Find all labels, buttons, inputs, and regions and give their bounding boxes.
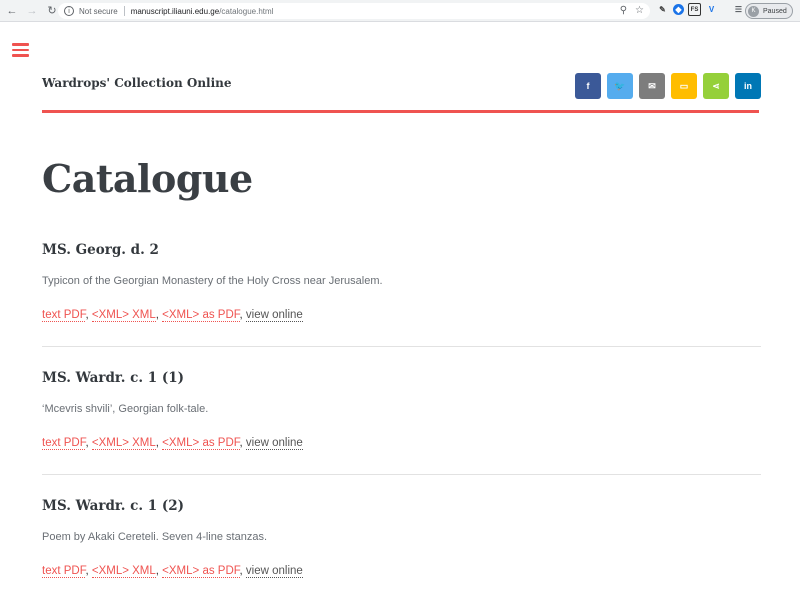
entry-description: ‘Mcevris shvili’, Georgian folk-tale. [42, 403, 209, 415]
share-share-button[interactable]: ⋖ [703, 73, 729, 99]
twitter-icon: 🐦 [614, 80, 626, 91]
browser-toolbar: ← → ↻ i Not secure manuscript.iliauni.ed… [0, 0, 800, 22]
facebook-icon: f [586, 81, 590, 91]
entry-description: Typicon of the Georgian Monastery of the… [42, 275, 383, 287]
site-title[interactable]: Wardrops' Collection Online [42, 76, 232, 90]
zoom-icon[interactable]: ⚲ [620, 5, 627, 16]
entry-links: text PDF, <XML> XML, <XML> as PDF, view … [42, 437, 303, 450]
xml-pdf-link[interactable]: <XML> as PDF [162, 437, 240, 450]
view-online-link[interactable]: view online [245, 437, 303, 450]
url-host: manuscript.iliauni.edu.ge [130, 6, 220, 16]
text-pdf-link[interactable]: text PDF [42, 309, 86, 322]
forward-icon[interactable]: → [24, 3, 40, 19]
entry-links: text PDF, <XML> XML, <XML> as PDF, view … [42, 309, 303, 322]
email-icon: ✉ [648, 80, 656, 91]
extensions: ✎ ◆ FS V ☰ [656, 3, 745, 16]
view-online-link[interactable]: view online [245, 565, 303, 578]
entry-title: MS. Wardr. c. 1 (1) [42, 370, 185, 386]
url-text[interactable]: manuscript.iliauni.edu.ge/catalogue.html [131, 7, 274, 16]
avatar: K [748, 5, 759, 17]
hamburger-menu-icon[interactable] [12, 43, 29, 57]
back-icon[interactable]: ← [4, 3, 20, 19]
list-extension-icon[interactable]: ☰ [732, 3, 745, 16]
address-separator [123, 6, 125, 16]
entry-title: MS. Wardr. c. 1 (2) [42, 498, 185, 514]
profile-button[interactable]: K Paused [745, 3, 793, 19]
profile-status: Paused [763, 7, 787, 15]
sms-share-button[interactable]: ▭ [671, 73, 697, 99]
sms-icon: ▭ [679, 80, 689, 91]
fs-extension-icon[interactable]: FS [688, 3, 701, 16]
info-icon[interactable]: i [64, 6, 74, 16]
entry-divider [42, 346, 761, 347]
entry-description: Poem by Akaki Cereteli. Seven 4-line sta… [42, 531, 268, 543]
entry-links: text PDF, <XML> XML, <XML> as PDF, view … [42, 565, 303, 578]
url-path: /catalogue.html [219, 6, 274, 16]
page-title: Catalogue [42, 156, 253, 201]
email-share-button[interactable]: ✉ [639, 73, 665, 99]
view-online-link[interactable]: view online [245, 309, 303, 322]
text-pdf-link[interactable]: text PDF [42, 437, 86, 450]
shield-extension-icon[interactable]: ◆ [673, 4, 684, 15]
v-extension-icon[interactable]: V [705, 3, 718, 16]
address-bar[interactable]: i Not secure manuscript.iliauni.edu.ge/c… [58, 3, 650, 19]
facebook-share-button[interactable]: f [575, 73, 601, 99]
share-icon: ⋖ [712, 80, 720, 91]
xml-link[interactable]: <XML> XML [91, 565, 156, 578]
linkedin-share-button[interactable]: in [735, 73, 761, 99]
xml-pdf-link[interactable]: <XML> as PDF [162, 309, 240, 322]
linkedin-icon: in [744, 81, 752, 91]
xml-pdf-link[interactable]: <XML> as PDF [162, 565, 240, 578]
xml-link[interactable]: <XML> XML [91, 309, 156, 322]
entry-title: MS. Georg. d. 2 [42, 242, 159, 258]
entry-divider [42, 474, 761, 475]
text-pdf-link[interactable]: text PDF [42, 565, 86, 578]
security-label: Not secure [79, 6, 118, 16]
twitter-share-button[interactable]: 🐦 [607, 73, 633, 99]
star-icon[interactable]: ☆ [635, 5, 644, 16]
pen-extension-icon[interactable]: ✎ [656, 3, 669, 16]
xml-link[interactable]: <XML> XML [91, 437, 156, 450]
header-divider [42, 110, 759, 113]
